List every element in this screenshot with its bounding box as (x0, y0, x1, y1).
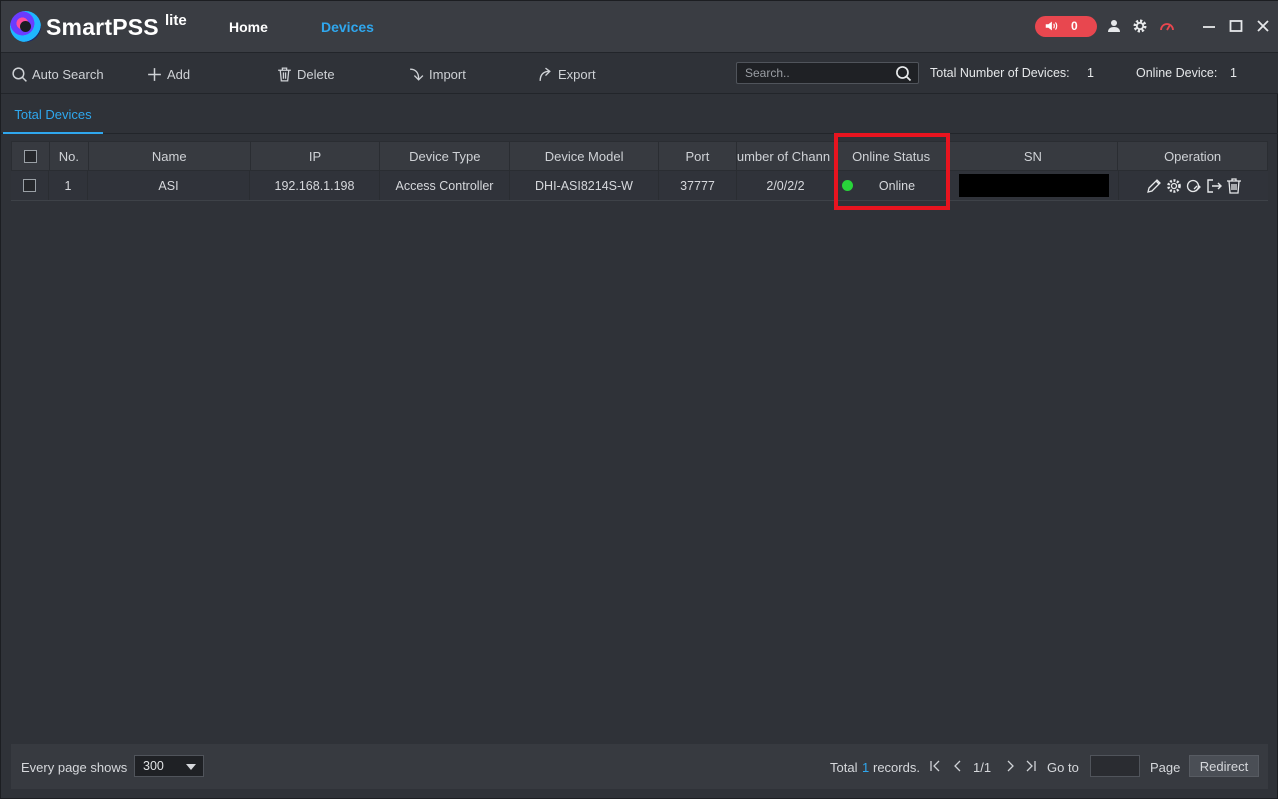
alarm-button[interactable]: 0 (1035, 16, 1097, 37)
header-device-type: Device Type (380, 142, 511, 170)
export-icon (539, 67, 551, 81)
page-size-select[interactable]: 300 (134, 755, 204, 777)
user-icon[interactable] (1106, 18, 1122, 34)
row-select-cell (11, 171, 49, 200)
row-device-model: DHI-ASI8214S-W (510, 171, 659, 200)
nav-devices[interactable]: Devices (321, 19, 374, 35)
goto-label: Go to (1047, 760, 1079, 775)
web-link-icon[interactable] (1185, 177, 1203, 195)
device-table: No. Name IP Device Type Device Model Por… (11, 141, 1268, 201)
add-button[interactable]: Add (146, 65, 190, 83)
header-operation: Operation (1164, 148, 1222, 164)
goto-page-input[interactable] (1090, 755, 1140, 777)
page-size-label: Every page shows (21, 760, 128, 775)
last-page-icon[interactable] (1024, 758, 1038, 774)
redirect-button[interactable]: Redirect (1189, 755, 1259, 777)
search-input[interactable] (743, 64, 891, 82)
delete-button[interactable]: Delete (276, 65, 335, 83)
minimize-icon[interactable] (1200, 17, 1218, 35)
next-page-icon[interactable] (1003, 758, 1017, 774)
trash-icon[interactable] (1225, 177, 1243, 195)
import-button[interactable]: Import (408, 65, 466, 83)
page-size-value: 300 (143, 759, 164, 773)
maximize-icon[interactable] (1227, 17, 1245, 35)
online-devices-label: Online Device: (1136, 66, 1218, 80)
sn-redacted (958, 174, 1109, 197)
settings-icon[interactable] (1165, 177, 1183, 195)
header-port: Port (659, 142, 737, 170)
row-device-type: Access Controller (380, 171, 510, 200)
header-name: Name (89, 142, 251, 170)
online-devices-value: 1 (1230, 66, 1237, 80)
first-page-icon[interactable] (928, 758, 942, 774)
records-total-suffix: records. (873, 760, 920, 775)
trash-icon (278, 66, 291, 82)
close-icon[interactable] (1254, 17, 1272, 35)
records-total-prefix: Total (830, 760, 858, 775)
auto-search-button[interactable]: Auto Search (11, 65, 104, 83)
brand-edition: lite (165, 12, 187, 29)
chevron-down-icon (186, 764, 196, 770)
delete-label: Delete (297, 66, 335, 82)
plus-icon (148, 67, 161, 81)
gear-icon[interactable] (1132, 18, 1148, 34)
title-bar: SmartPSS lite Home Devices 0 (1, 1, 1278, 53)
auto-search-label: Auto Search (32, 66, 104, 82)
header-channels: umber of Chann (737, 142, 835, 170)
page-indicator: 1/1 (973, 760, 992, 775)
online-status-dot (841, 180, 853, 191)
row-channels: 2/0/2/2 (737, 171, 835, 200)
select-all-checkbox[interactable] (23, 149, 37, 163)
tab-total-devices[interactable]: Total Devices (3, 94, 103, 134)
records-total-count: 1 (862, 760, 870, 775)
toolbar: Auto Search Add Delete Import Export Sea… (1, 53, 1278, 94)
total-devices-value: 1 (1087, 66, 1094, 80)
total-devices-label: Total Number of Devices: (930, 66, 1070, 80)
export-button[interactable]: Export (537, 65, 596, 83)
header-no: No. (50, 142, 89, 170)
select-all-cell (12, 142, 50, 170)
header-device-model: Device Model (510, 142, 659, 170)
row-name: ASI (88, 171, 250, 200)
row-sn (949, 171, 1119, 200)
logout-icon[interactable] (1205, 177, 1223, 195)
row-status-text: Online (878, 178, 916, 193)
export-label: Export (558, 66, 596, 82)
table-row[interactable]: 1 ASI 192.168.1.198 Access Controller DH… (11, 171, 1268, 201)
search-icon (12, 66, 27, 82)
row-checkbox[interactable] (23, 179, 36, 192)
search-icon[interactable] (895, 65, 912, 82)
import-label: Import (429, 66, 466, 82)
row-ip: 192.168.1.198 (250, 171, 380, 200)
page-label: Page (1150, 760, 1181, 775)
row-no: 1 (49, 171, 88, 200)
performance-gauge-icon[interactable] (1159, 18, 1175, 34)
add-label: Add (167, 66, 191, 82)
header-ip: IP (251, 142, 381, 170)
app-window: SmartPSS lite Home Devices 0 Auto Search… (0, 0, 1278, 799)
header-online-status: Online Status (835, 142, 949, 170)
nav-home[interactable]: Home (229, 19, 268, 35)
import-icon (410, 67, 424, 81)
row-operations (1119, 171, 1268, 200)
table-header: No. Name IP Device Type Device Model Por… (11, 141, 1268, 171)
alarm-count: 0 (1071, 19, 1078, 33)
pagination-footer: Every page shows 300 Total 1 records. 1/… (11, 744, 1268, 789)
header-sn: SN (949, 142, 1119, 170)
speaker-icon (1045, 21, 1058, 31)
row-online-status: Online (835, 171, 949, 200)
brand-name: SmartPSS (46, 14, 159, 40)
row-port: 37777 (659, 171, 737, 200)
edit-icon[interactable] (1145, 177, 1163, 195)
app-logo-icon (10, 11, 41, 42)
search-box[interactable] (736, 62, 919, 84)
prev-page-icon[interactable] (951, 758, 965, 774)
tab-bar: Total Devices (1, 94, 1278, 134)
